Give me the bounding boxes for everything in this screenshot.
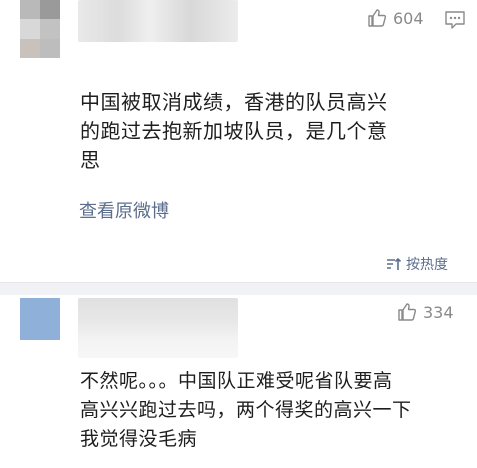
- sort-icon: [387, 257, 402, 270]
- reply-icon[interactable]: [444, 10, 466, 30]
- avatar[interactable]: [20, 0, 60, 58]
- sort-label: 按热度: [406, 257, 448, 273]
- comment-line: 高兴兴跑过去吗，两个得奖的高兴一下: [80, 399, 412, 421]
- thumbs-up-icon: [398, 303, 417, 321]
- like-button[interactable]: 334: [397, 302, 454, 322]
- like-button[interactable]: 604: [367, 8, 424, 28]
- avatar[interactable]: [20, 298, 60, 340]
- comment-line: 我觉得没毛病: [80, 428, 198, 450]
- comment-line: 不然呢。。。中国队正难受呢省队要高: [80, 370, 393, 392]
- username-blurred[interactable]: [78, 0, 238, 42]
- like-count: 604: [393, 8, 424, 28]
- comment-text: 不然呢。。。中国队正难受呢省队要高 高兴兴跑过去吗，两个得奖的高兴一下 我觉得没…: [80, 367, 412, 454]
- thumbs-up-icon: [368, 9, 387, 27]
- section-divider: [0, 282, 477, 295]
- like-count: 334: [423, 302, 454, 322]
- comment-line: 思: [80, 148, 101, 172]
- sort-by-hot-button[interactable]: 按热度: [385, 254, 448, 274]
- comment-line: 的跑过去抱新加坡队员，是几个意: [80, 119, 388, 143]
- view-original-link[interactable]: 查看原微博: [79, 197, 169, 223]
- comment-text: 中国被取消成绩，香港的队员高兴 的跑过去抱新加坡队员，是几个意 思: [80, 88, 388, 175]
- comment-line: 中国被取消成绩，香港的队员高兴: [80, 90, 388, 114]
- username-blurred[interactable]: [78, 298, 238, 358]
